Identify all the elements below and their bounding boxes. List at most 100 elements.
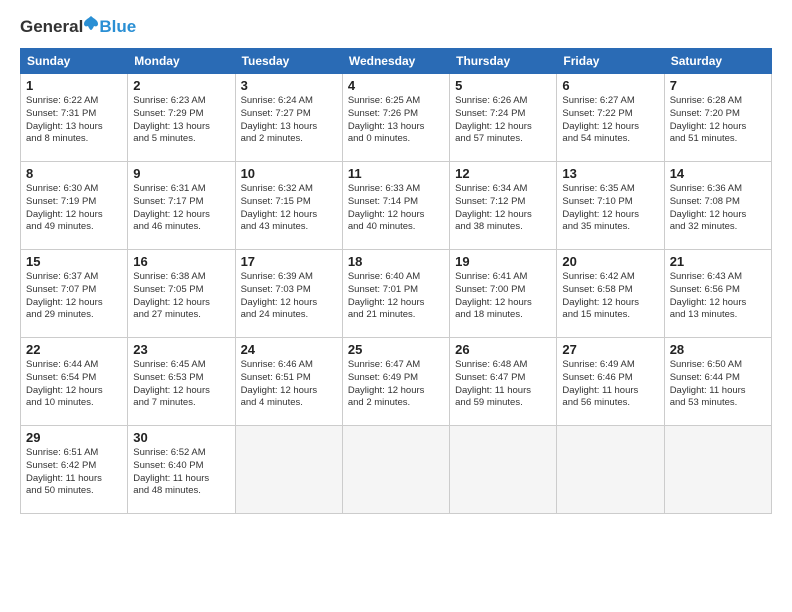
- logo-general: General: [20, 17, 83, 37]
- table-cell: 5 Sunrise: 6:26 AM Sunset: 7:24 PM Daylig…: [450, 74, 557, 162]
- day-number: 20: [562, 254, 658, 269]
- table-cell: [235, 426, 342, 514]
- day-number: 22: [26, 342, 122, 357]
- col-sunday: Sunday: [21, 49, 128, 74]
- day-info: Sunrise: 6:37 AM Sunset: 7:07 PM Dayligh…: [26, 271, 122, 322]
- day-info: Sunrise: 6:22 AM Sunset: 7:31 PM Dayligh…: [26, 95, 122, 146]
- table-cell: 11Sunrise: 6:33 AM Sunset: 7:14 PM Dayli…: [342, 162, 449, 250]
- day-number: 1: [26, 78, 122, 93]
- day-info: Sunrise: 6:43 AM Sunset: 6:56 PM Dayligh…: [670, 271, 766, 322]
- table-cell: 18Sunrise: 6:40 AM Sunset: 7:01 PM Dayli…: [342, 250, 449, 338]
- day-info: Sunrise: 6:42 AM Sunset: 6:58 PM Dayligh…: [562, 271, 658, 322]
- col-saturday: Saturday: [664, 49, 771, 74]
- day-number: 26: [455, 342, 551, 357]
- day-number: 3: [241, 78, 337, 93]
- table-cell: 27 Sunrise: 6:49 AM Sunset: 6:46 PM Dayli…: [557, 338, 664, 426]
- day-number: 28: [670, 342, 766, 357]
- day-number: 2: [133, 78, 229, 93]
- day-number: 5: [455, 78, 551, 93]
- table-cell: 25 Sunrise: 6:47 AM Sunset: 6:49 PM Dayli…: [342, 338, 449, 426]
- day-info: Sunrise: 6:36 AM Sunset: 7:08 PM Dayligh…: [670, 183, 766, 234]
- day-number: 8: [26, 166, 122, 181]
- day-number: 4: [348, 78, 444, 93]
- day-info: Sunrise: 6:48 AM Sunset: 6:47 PM Dayligh…: [455, 359, 551, 410]
- table-cell: 29 Sunrise: 6:51 AM Sunset: 6:42 PM Dayli…: [21, 426, 128, 514]
- day-info: Sunrise: 6:46 AM Sunset: 6:51 PM Dayligh…: [241, 359, 337, 410]
- day-number: 23: [133, 342, 229, 357]
- table-cell: [664, 426, 771, 514]
- logo-bird-icon: [84, 16, 98, 38]
- table-cell: 20 Sunrise: 6:42 AM Sunset: 6:58 PM Dayli…: [557, 250, 664, 338]
- logo: General Blue: [20, 16, 136, 38]
- table-cell: 16 Sunrise: 6:38 AM Sunset: 7:05 PM Dayli…: [128, 250, 235, 338]
- day-info: Sunrise: 6:51 AM Sunset: 6:42 PM Dayligh…: [26, 447, 122, 498]
- day-number: 6: [562, 78, 658, 93]
- table-cell: 12Sunrise: 6:34 AM Sunset: 7:12 PM Dayli…: [450, 162, 557, 250]
- table-cell: 14Sunrise: 6:36 AM Sunset: 7:08 PM Dayli…: [664, 162, 771, 250]
- table-cell: 24Sunrise: 6:46 AM Sunset: 6:51 PM Dayli…: [235, 338, 342, 426]
- table-cell: 28 Sunrise: 6:50 AM Sunset: 6:44 PM Dayli…: [664, 338, 771, 426]
- day-info: Sunrise: 6:31 AM Sunset: 7:17 PM Dayligh…: [133, 183, 229, 234]
- day-info: Sunrise: 6:47 AM Sunset: 6:49 PM Dayligh…: [348, 359, 444, 410]
- day-number: 18: [348, 254, 444, 269]
- day-number: 30: [133, 430, 229, 445]
- day-info: Sunrise: 6:25 AM Sunset: 7:26 PM Dayligh…: [348, 95, 444, 146]
- day-info: Sunrise: 6:28 AM Sunset: 7:20 PM Dayligh…: [670, 95, 766, 146]
- table-cell: 30 Sunrise: 6:52 AM Sunset: 6:40 PM Dayli…: [128, 426, 235, 514]
- day-info: Sunrise: 6:27 AM Sunset: 7:22 PM Dayligh…: [562, 95, 658, 146]
- day-number: 9: [133, 166, 229, 181]
- day-number: 19: [455, 254, 551, 269]
- day-info: Sunrise: 6:38 AM Sunset: 7:05 PM Dayligh…: [133, 271, 229, 322]
- day-number: 16: [133, 254, 229, 269]
- table-cell: 21 Sunrise: 6:43 AM Sunset: 6:56 PM Dayli…: [664, 250, 771, 338]
- day-number: 13: [562, 166, 658, 181]
- col-wednesday: Wednesday: [342, 49, 449, 74]
- table-cell: 8 Sunrise: 6:30 AM Sunset: 7:19 PM Daylig…: [21, 162, 128, 250]
- table-cell: [557, 426, 664, 514]
- day-info: Sunrise: 6:24 AM Sunset: 7:27 PM Dayligh…: [241, 95, 337, 146]
- table-cell: 3 Sunrise: 6:24 AM Sunset: 7:27 PM Daylig…: [235, 74, 342, 162]
- day-number: 12: [455, 166, 551, 181]
- day-number: 29: [26, 430, 122, 445]
- day-info: Sunrise: 6:30 AM Sunset: 7:19 PM Dayligh…: [26, 183, 122, 234]
- logo-blue: Blue: [99, 17, 136, 37]
- table-cell: 26 Sunrise: 6:48 AM Sunset: 6:47 PM Dayli…: [450, 338, 557, 426]
- table-cell: 17 Sunrise: 6:39 AM Sunset: 7:03 PM Dayli…: [235, 250, 342, 338]
- table-cell: 2 Sunrise: 6:23 AM Sunset: 7:29 PM Daylig…: [128, 74, 235, 162]
- day-number: 21: [670, 254, 766, 269]
- day-number: 15: [26, 254, 122, 269]
- day-number: 10: [241, 166, 337, 181]
- table-cell: 22 Sunrise: 6:44 AM Sunset: 6:54 PM Dayli…: [21, 338, 128, 426]
- day-info: Sunrise: 6:26 AM Sunset: 7:24 PM Dayligh…: [455, 95, 551, 146]
- col-monday: Monday: [128, 49, 235, 74]
- day-info: Sunrise: 6:39 AM Sunset: 7:03 PM Dayligh…: [241, 271, 337, 322]
- table-cell: 10 Sunrise: 6:32 AM Sunset: 7:15 PM Dayli…: [235, 162, 342, 250]
- col-thursday: Thursday: [450, 49, 557, 74]
- day-info: Sunrise: 6:41 AM Sunset: 7:00 PM Dayligh…: [455, 271, 551, 322]
- col-tuesday: Tuesday: [235, 49, 342, 74]
- table-cell: 23 Sunrise: 6:45 AM Sunset: 6:53 PM Dayli…: [128, 338, 235, 426]
- table-cell: 13Sunrise: 6:35 AM Sunset: 7:10 PM Dayli…: [557, 162, 664, 250]
- calendar-table: Sunday Monday Tuesday Wednesday Thursday…: [20, 48, 772, 514]
- day-info: Sunrise: 6:23 AM Sunset: 7:29 PM Dayligh…: [133, 95, 229, 146]
- page-header: General Blue: [20, 16, 772, 38]
- day-number: 25: [348, 342, 444, 357]
- day-info: Sunrise: 6:32 AM Sunset: 7:15 PM Dayligh…: [241, 183, 337, 234]
- day-info: Sunrise: 6:49 AM Sunset: 6:46 PM Dayligh…: [562, 359, 658, 410]
- calendar-header-row: Sunday Monday Tuesday Wednesday Thursday…: [21, 49, 772, 74]
- table-cell: [450, 426, 557, 514]
- day-info: Sunrise: 6:45 AM Sunset: 6:53 PM Dayligh…: [133, 359, 229, 410]
- table-cell: 9 Sunrise: 6:31 AM Sunset: 7:17 PM Daylig…: [128, 162, 235, 250]
- day-info: Sunrise: 6:52 AM Sunset: 6:40 PM Dayligh…: [133, 447, 229, 498]
- table-cell: 7 Sunrise: 6:28 AM Sunset: 7:20 PM Daylig…: [664, 74, 771, 162]
- table-cell: 6 Sunrise: 6:27 AM Sunset: 7:22 PM Daylig…: [557, 74, 664, 162]
- day-number: 7: [670, 78, 766, 93]
- day-number: 27: [562, 342, 658, 357]
- table-cell: 1 Sunrise: 6:22 AM Sunset: 7:31 PM Daylig…: [21, 74, 128, 162]
- day-info: Sunrise: 6:44 AM Sunset: 6:54 PM Dayligh…: [26, 359, 122, 410]
- table-cell: 15 Sunrise: 6:37 AM Sunset: 7:07 PM Dayli…: [21, 250, 128, 338]
- col-friday: Friday: [557, 49, 664, 74]
- table-cell: 19 Sunrise: 6:41 AM Sunset: 7:00 PM Dayli…: [450, 250, 557, 338]
- day-number: 17: [241, 254, 337, 269]
- day-info: Sunrise: 6:50 AM Sunset: 6:44 PM Dayligh…: [670, 359, 766, 410]
